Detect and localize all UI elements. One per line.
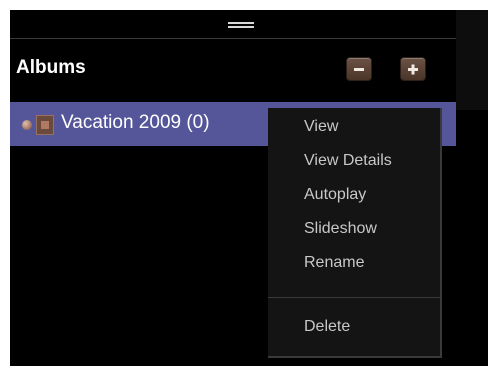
- panel-edge: [456, 10, 488, 110]
- album-icon: [36, 115, 54, 135]
- albums-header: Albums: [10, 39, 456, 101]
- grip-icon[interactable]: [228, 22, 254, 28]
- menu-item-delete[interactable]: Delete: [304, 318, 350, 336]
- plus-icon: [408, 64, 418, 75]
- albums-title: Albums: [16, 57, 86, 78]
- menu-item-rename[interactable]: Rename: [304, 254, 364, 272]
- menu-separator: [268, 297, 440, 298]
- menu-item-slideshow[interactable]: Slideshow: [304, 220, 377, 238]
- album-label: Vacation 2009 (0): [61, 112, 210, 133]
- panel-resize-handle[interactable]: [10, 10, 456, 39]
- albums-panel: Albums Vacation 2009 (0) View View Detai…: [10, 10, 488, 366]
- context-menu: View View Details Autoplay Slideshow Ren…: [268, 108, 442, 358]
- remove-album-button[interactable]: [346, 57, 372, 81]
- add-album-button[interactable]: [400, 57, 426, 81]
- menu-item-autoplay[interactable]: Autoplay: [304, 186, 366, 204]
- app-window: Albums Vacation 2009 (0) View View Detai…: [0, 0, 496, 376]
- expand-bullet-icon[interactable]: [22, 120, 32, 130]
- menu-item-view[interactable]: View: [304, 118, 338, 136]
- minus-icon: [354, 68, 364, 71]
- menu-item-view-details[interactable]: View Details: [304, 152, 392, 170]
